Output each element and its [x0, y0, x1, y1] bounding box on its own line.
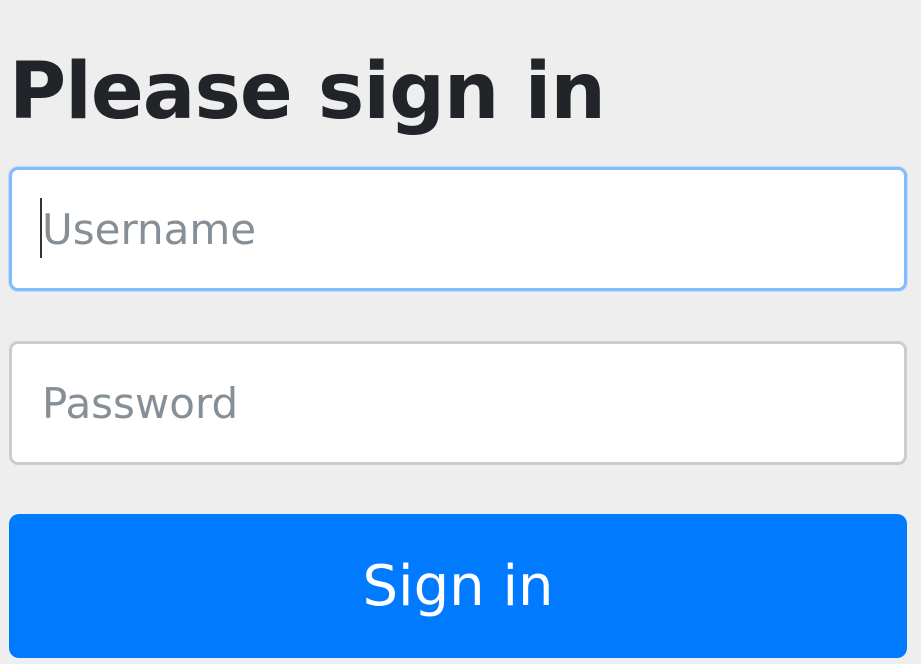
username-input[interactable] — [9, 167, 907, 291]
sign-in-button[interactable]: Sign in — [9, 514, 907, 658]
text-cursor — [40, 198, 42, 258]
password-input[interactable] — [9, 341, 907, 465]
page-title: Please sign in — [9, 47, 606, 137]
